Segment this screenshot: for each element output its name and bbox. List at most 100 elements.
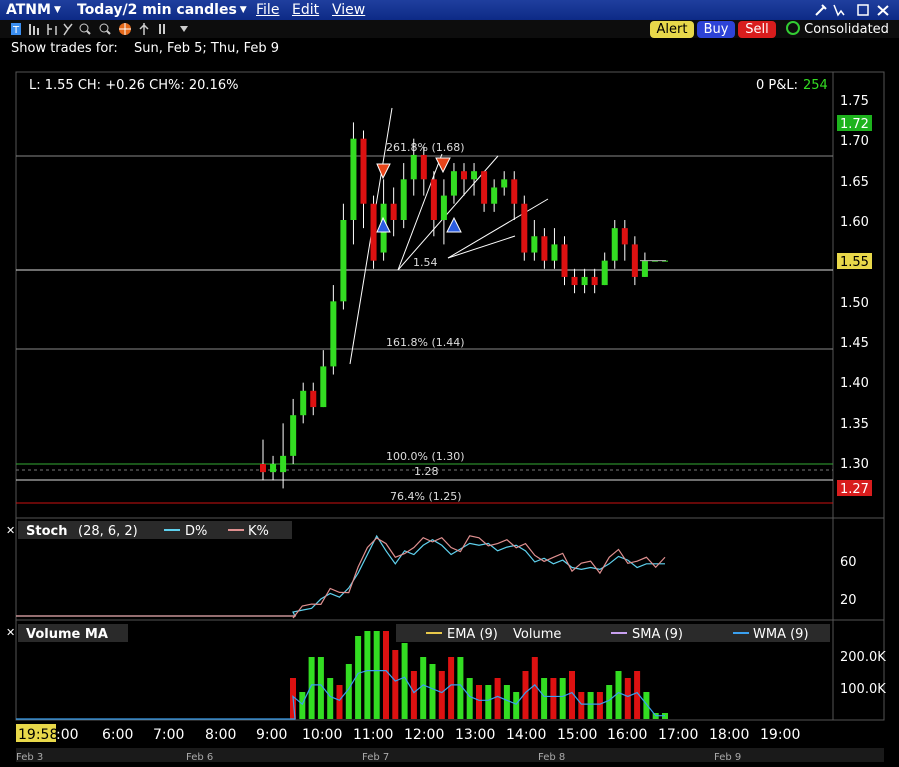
- alert-button[interactable]: Alert: [650, 21, 694, 38]
- wma-label: WMA (9): [753, 627, 809, 642]
- trade-markers[interactable]: [376, 157, 462, 233]
- svg-text:Feb 7: Feb 7: [362, 752, 389, 763]
- candle-body: [601, 260, 608, 286]
- volume-bar: [485, 685, 492, 719]
- price-tick: 1.65: [840, 175, 869, 190]
- price-tick: 1.45: [840, 336, 869, 351]
- volume-bar: [513, 692, 520, 719]
- candle-body: [641, 260, 648, 277]
- buy-button[interactable]: Buy: [697, 21, 735, 38]
- svg-text:T: T: [12, 25, 20, 36]
- price-tick: 1.40: [840, 376, 869, 391]
- svg-text::00: :00: [56, 727, 79, 743]
- candle-body: [551, 244, 558, 261]
- menu-file[interactable]: File: [256, 2, 279, 18]
- volume-bar: [466, 678, 473, 719]
- scroll-icon[interactable]: [139, 23, 149, 35]
- stoch-k-label: K%: [248, 524, 269, 539]
- candle-body: [611, 228, 618, 261]
- maximize-icon[interactable]: [857, 4, 869, 16]
- close-volume-icon[interactable]: ✕: [6, 626, 15, 639]
- stoch-d-line: [16, 534, 665, 617]
- menu-view[interactable]: View: [332, 2, 365, 18]
- svg-text:13:00: 13:00: [455, 727, 495, 743]
- bar-chart-icon[interactable]: [29, 24, 39, 35]
- candle-body: [310, 390, 317, 408]
- close-icon[interactable]: [877, 5, 889, 16]
- show-trades-value[interactable]: Sun, Feb 5; Thu, Feb 9: [134, 41, 279, 56]
- svg-text:12:00: 12:00: [404, 727, 444, 743]
- volume-bar: [410, 671, 417, 719]
- stoch-tick: 60: [840, 555, 857, 570]
- candle-body: [450, 171, 457, 196]
- candle-body: [290, 415, 297, 456]
- zoom-out-icon[interactable]: [99, 23, 109, 33]
- buy-marker[interactable]: [376, 216, 391, 233]
- date-scroll-bar[interactable]: [16, 748, 884, 762]
- zoom-in-icon[interactable]: [79, 23, 89, 33]
- sma-label: SMA (9): [632, 627, 683, 642]
- show-trades-label: Show trades for:: [11, 41, 118, 56]
- stoch-d-label: D%: [185, 524, 207, 539]
- price-tick: 1.50: [840, 296, 869, 311]
- period-selector[interactable]: Today/2 min candles ▼: [77, 2, 247, 18]
- candle-body: [430, 179, 437, 220]
- candle-body: [631, 244, 638, 277]
- volume-bar: [494, 678, 501, 719]
- volume-bar: [550, 678, 557, 719]
- pnl-label: 0 P&L:: [756, 78, 798, 93]
- show-trades-bar: Show trades for: Sun, Feb 5; Thu, Feb 9: [0, 38, 899, 64]
- volume-bar: [438, 671, 445, 719]
- link-icon[interactable]: [833, 4, 845, 17]
- svg-text:8:00: 8:00: [205, 727, 236, 743]
- pnl-value: 254: [803, 78, 828, 93]
- chart-area[interactable]: L: 1.55 CH: +0.26 CH%: 20.16% 0 P&L: 254…: [0, 64, 899, 767]
- candle-body: [581, 276, 588, 286]
- volume-bar: [336, 685, 343, 719]
- volume-bar: [448, 657, 455, 719]
- candle-body: [591, 276, 598, 286]
- title-bar: ATNM ▼ Today/2 min candles ▼ File Edit Vie…: [0, 0, 899, 20]
- symbol-selector[interactable]: ATNM ▼: [6, 2, 61, 18]
- wrench-icon[interactable]: [815, 4, 827, 16]
- svg-text:18:00: 18:00: [709, 727, 749, 743]
- svg-text:17:00: 17:00: [658, 727, 698, 743]
- fib-76-label: 76.4% (1.25): [390, 490, 462, 503]
- menu-edit[interactable]: Edit: [292, 2, 319, 18]
- volume-bar: [476, 685, 482, 719]
- volume-bar: [624, 678, 631, 719]
- close-stoch-icon[interactable]: ✕: [6, 524, 15, 537]
- svg-text:10:00: 10:00: [302, 727, 342, 743]
- volume-bar: [392, 650, 399, 719]
- ohlc-icon[interactable]: [47, 24, 57, 35]
- stoch-title[interactable]: Stoch: [26, 524, 67, 539]
- volume-bar: [383, 631, 389, 719]
- svg-text:Feb 9: Feb 9: [714, 752, 741, 763]
- pause-icon[interactable]: [159, 24, 165, 34]
- fib-100-label: 100.0% (1.30): [386, 450, 465, 463]
- candle-body: [390, 203, 397, 220]
- price-tick: 1.60: [840, 215, 869, 230]
- candle-body: [280, 455, 287, 473]
- crosshair-icon[interactable]: [63, 23, 73, 36]
- fib-161-label: 161.8% (1.44): [386, 336, 465, 349]
- volume-bar: [559, 678, 566, 719]
- volume-title[interactable]: Volume MA: [26, 627, 108, 642]
- consolidated-toggle[interactable]: Consolidated: [786, 21, 889, 37]
- volume-bar: [606, 685, 613, 719]
- buy-marker[interactable]: [446, 216, 462, 233]
- volume-label: Volume: [513, 627, 561, 642]
- candle-body: [270, 464, 277, 473]
- candle-body: [461, 171, 467, 180]
- candle-body: [320, 366, 327, 408]
- sell-marker[interactable]: [376, 163, 391, 180]
- chevron-down-icon[interactable]: [180, 26, 188, 32]
- quote-text: L: 1.55 CH: +0.26 CH%: 20.16%: [29, 78, 238, 93]
- volume-bar: [596, 692, 603, 719]
- svg-text:Feb 3: Feb 3: [16, 752, 43, 763]
- svg-text:6:00: 6:00: [102, 727, 133, 743]
- sell-button[interactable]: Sell: [738, 21, 776, 38]
- volume-bars: [290, 631, 668, 719]
- candle-body: [440, 195, 447, 220]
- candle-body: [370, 203, 377, 261]
